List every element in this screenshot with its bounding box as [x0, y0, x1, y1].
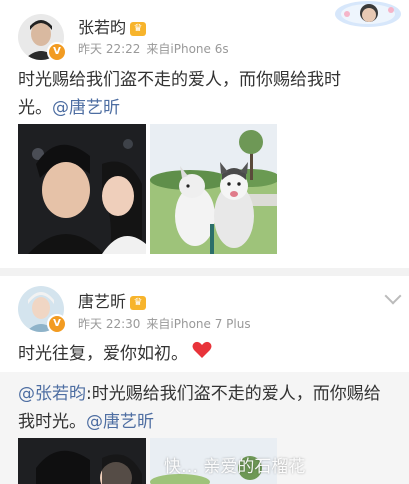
repost-image-couple[interactable]	[18, 438, 146, 484]
post-text-line: 光。	[18, 98, 52, 118]
post-zhang: V 张若昀 ♛ 昨天 22:22 来自iPhone 6s 时光赐给我们盗不走的爱人，…	[0, 0, 409, 262]
crown-vip-icon: ♛	[130, 21, 147, 36]
repost-text-line: 我时光。	[18, 412, 86, 432]
username[interactable]: 张若昀 ♛	[78, 14, 147, 38]
post-text: 时光往复，爱你如初。	[18, 340, 398, 368]
mention-link[interactable]: @张若昀	[18, 384, 86, 404]
username[interactable]: 唐艺昕 ♛	[78, 288, 147, 312]
post-text-line: 时光赐给我们盗不走的爱人，而你赐给我时	[18, 70, 341, 90]
repost-text-line: :时光赐给我们盗不走的爱人，而你赐给	[86, 384, 381, 404]
chevron-down-icon[interactable]	[384, 287, 402, 305]
heart-icon	[192, 340, 212, 368]
watermark-text: 快… 亲爱的石榴花	[164, 457, 306, 477]
verified-icon: V	[47, 42, 67, 62]
post-image-huskies[interactable]	[150, 124, 277, 254]
post-divider	[0, 268, 409, 276]
crown-vip-icon: ♛	[130, 295, 147, 310]
post-image-couple[interactable]	[18, 124, 146, 254]
post-meta: 昨天 22:30 来自iPhone 7 Plus	[78, 315, 251, 332]
repost-text: @张若昀:时光赐给我们盗不走的爱人，而你赐给 我时光。@唐艺昕	[18, 380, 398, 436]
timestamp: 昨天 22:22	[78, 42, 141, 56]
post-text: 时光赐给我们盗不走的爱人，而你赐给我时 光。@唐艺昕	[18, 66, 398, 122]
avatar[interactable]: V	[18, 286, 67, 334]
post-meta: 昨天 22:22 来自iPhone 6s	[78, 40, 229, 57]
post-text-line: 时光往复，爱你如初。	[18, 344, 188, 364]
avatar[interactable]: V	[18, 14, 67, 62]
mention-link[interactable]: @唐艺昕	[86, 412, 154, 432]
post-tang: V 唐艺昕 ♛ 昨天 22:30 来自iPhone 7 Plus 时光往复，爱你如初…	[0, 276, 409, 372]
verified-icon: V	[47, 314, 67, 334]
mention-link[interactable]: @唐艺昕	[52, 98, 120, 118]
source-device: 来自iPhone 7 Plus	[146, 317, 251, 331]
timestamp: 昨天 22:30	[78, 317, 141, 331]
source-device: 来自iPhone 6s	[146, 42, 229, 56]
